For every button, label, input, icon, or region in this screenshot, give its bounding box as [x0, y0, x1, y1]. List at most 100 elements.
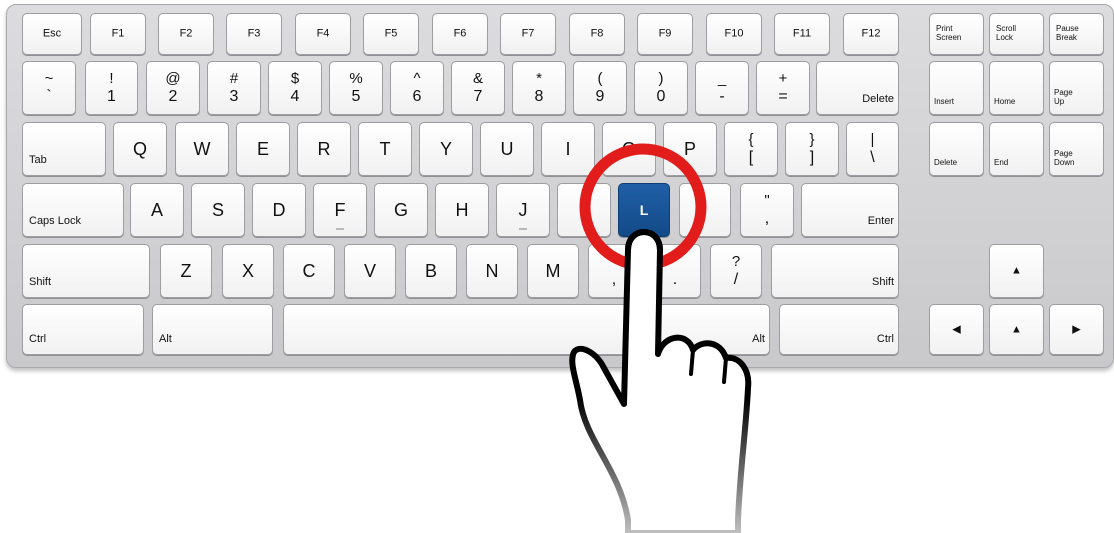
key-o[interactable]: O — [602, 122, 656, 176]
key-b[interactable]: B — [405, 244, 457, 298]
key-n[interactable]: N — [466, 244, 518, 298]
key-f5[interactable]: F5 — [363, 13, 419, 55]
key-t[interactable]: T — [358, 122, 412, 176]
key-right-bracket[interactable]: }] — [785, 122, 839, 176]
key-arrow-up[interactable]: ▲ — [989, 244, 1044, 298]
key-g[interactable]: G — [374, 183, 428, 237]
key-u[interactable]: U — [480, 122, 534, 176]
key-5[interactable]: % 5 — [329, 61, 383, 115]
key-f6[interactable]: F6 — [432, 13, 488, 55]
key-semicolon[interactable] — [679, 183, 731, 237]
key-quote[interactable]: ", — [740, 183, 794, 237]
key-p[interactable]: P — [663, 122, 717, 176]
key-quote-label: , — [764, 210, 770, 227]
key-caps-lock-label: Caps Lock — [29, 215, 81, 227]
key-f8[interactable]: F8 — [569, 13, 625, 55]
key-enter[interactable]: Enter — [801, 183, 899, 237]
key-7[interactable]: & 7 — [451, 61, 505, 115]
key-left-shift[interactable]: Shift — [22, 244, 150, 298]
key-f2[interactable]: F2 — [158, 13, 214, 55]
key-r[interactable]: R — [297, 122, 351, 176]
key-5-label: 5 — [351, 88, 361, 105]
key-c[interactable]: C — [283, 244, 335, 298]
key-arrow-left[interactable]: ◀ — [929, 304, 984, 355]
key-i[interactable]: I — [541, 122, 595, 176]
key-left-bracket[interactable]: {[ — [724, 122, 778, 176]
key-left-ctrl[interactable]: Ctrl — [22, 304, 144, 355]
key-h[interactable]: H — [435, 183, 489, 237]
key-l[interactable]: L — [618, 183, 670, 237]
key-end-label: End — [994, 157, 1009, 167]
key-j[interactable]: J — [496, 183, 550, 237]
key-backslash[interactable]: | \ — [846, 122, 899, 176]
key-4[interactable]: $4 — [268, 61, 322, 115]
key-comma-label: , — [611, 271, 617, 288]
key-page-up[interactable]: Page Up — [1049, 61, 1104, 115]
key-page-down-label: Page Down — [1054, 148, 1075, 167]
key-1[interactable]: ! 1 — [85, 61, 138, 115]
key-equals[interactable]: + = — [756, 61, 810, 115]
key-f3[interactable]: F3 — [226, 13, 282, 55]
key-f[interactable]: F — [313, 183, 367, 237]
key-right-ctrl[interactable]: Ctrl — [779, 304, 899, 355]
key-f4[interactable]: F4 — [295, 13, 351, 55]
key-f-label: F — [334, 200, 346, 220]
key-slash[interactable]: ? / — [710, 244, 762, 298]
key-period[interactable]: . — [649, 244, 701, 298]
key-x[interactable]: X — [222, 244, 274, 298]
key-right-shift[interactable]: Shift — [771, 244, 899, 298]
key-m[interactable]: M — [527, 244, 579, 298]
key-3[interactable]: #3 — [207, 61, 261, 115]
key-left-alt[interactable]: Alt — [152, 304, 273, 355]
key-f2-label: F2 — [179, 27, 193, 40]
key-left-alt-label: Alt — [159, 333, 172, 345]
key-comma[interactable]: , — [588, 244, 640, 298]
key-end[interactable]: End — [989, 122, 1044, 176]
key-f11[interactable]: F11 — [774, 13, 830, 55]
key-scroll-lock[interactable]: Scroll Lock — [989, 13, 1044, 55]
key-2[interactable]: @2 — [146, 61, 200, 115]
key-minus[interactable]: _ - — [695, 61, 749, 115]
key-a-label: A — [150, 200, 163, 220]
key-y[interactable]: Y — [419, 122, 473, 176]
key-k[interactable] — [557, 183, 611, 237]
key-esc[interactable]: Esc — [22, 13, 82, 55]
key-page-down[interactable]: Page Down — [1049, 122, 1104, 176]
key-right-alt[interactable]: Alt — [283, 304, 770, 355]
key-insert[interactable]: Insert — [929, 61, 984, 115]
key-z[interactable]: Z — [160, 244, 212, 298]
key-v[interactable]: V — [344, 244, 396, 298]
key-q[interactable]: Q — [113, 122, 167, 176]
key-arrow-up-small[interactable]: ▲ — [989, 304, 1044, 355]
key-0[interactable]: ) 0 — [634, 61, 688, 115]
key-e[interactable]: E — [236, 122, 290, 176]
key-w-label: W — [193, 139, 211, 159]
key-print-screen[interactable]: Print Screen — [929, 13, 984, 55]
key-f9[interactable]: F9 — [637, 13, 693, 55]
key-equals-label: = — [778, 88, 788, 105]
key-tab[interactable]: Tab — [22, 122, 106, 176]
key-w[interactable]: W — [175, 122, 229, 176]
key-f7[interactable]: F7 — [500, 13, 556, 55]
key-f1[interactable]: F1 — [90, 13, 146, 55]
key-tilde[interactable]: ~ ` — [22, 61, 76, 115]
key-f10[interactable]: F10 — [706, 13, 762, 55]
key-9[interactable]: (9 — [573, 61, 627, 115]
key-f-home-bump — [336, 228, 344, 230]
key-r-label: R — [317, 139, 331, 159]
key-pause-break[interactable]: Pause Break — [1049, 13, 1104, 55]
key-s[interactable]: S — [191, 183, 245, 237]
key-3-label: 3 — [229, 88, 239, 105]
key-6[interactable]: ^ 6 — [390, 61, 444, 115]
key-caps-lock[interactable]: Caps Lock — [22, 183, 124, 237]
key-9-shift-label: ( — [597, 70, 603, 87]
key-home[interactable]: Home — [989, 61, 1044, 115]
key-delete[interactable]: Delete — [929, 122, 984, 176]
key-d[interactable]: D — [252, 183, 306, 237]
key-2-shift-label: @ — [165, 70, 181, 87]
key-a[interactable]: A — [130, 183, 184, 237]
key-backspace[interactable]: Delete — [816, 61, 899, 115]
key-8[interactable]: * 8 — [512, 61, 566, 115]
key-f12[interactable]: F12 — [843, 13, 899, 55]
key-arrow-right[interactable]: ▶ — [1049, 304, 1104, 355]
